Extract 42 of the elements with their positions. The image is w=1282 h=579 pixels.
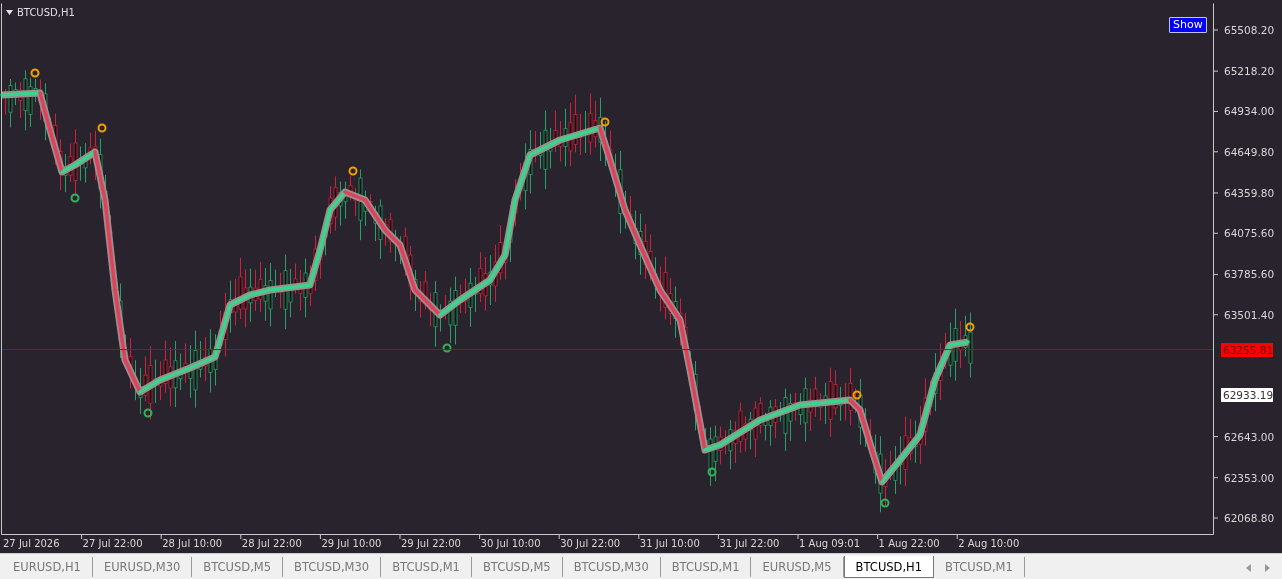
time-label: 29 Jul 22:00 xyxy=(401,538,461,549)
price-label: 62068.80 xyxy=(1224,512,1275,524)
price-label: 65508.20 xyxy=(1224,24,1275,36)
scroll-right-icon[interactable] xyxy=(1265,563,1270,572)
time-label: 27 Jul 2026 xyxy=(3,538,60,549)
time-label: 28 Jul 22:00 xyxy=(241,538,302,549)
chart-tab[interactable]: BTCUSD,M1 xyxy=(660,557,752,577)
chart-tab[interactable]: BTCUSD,M1 xyxy=(381,557,472,577)
price-line-tag: 62933.19 xyxy=(1221,388,1273,403)
chart-tab[interactable]: EURUSD,M5 xyxy=(751,557,844,577)
time-label: 27 Jul 22:00 xyxy=(82,538,143,549)
time-label: 30 Jul 22:00 xyxy=(560,538,621,549)
scroll-left-icon[interactable] xyxy=(1246,563,1251,572)
chart-tab[interactable]: EURUSD,M30 xyxy=(92,557,193,577)
time-label: 31 Jul 22:00 xyxy=(719,538,780,549)
chart-tab[interactable]: BTCUSD,M1 xyxy=(934,557,1025,577)
price-label: 64649.80 xyxy=(1224,145,1275,158)
price-label: 63785.60 xyxy=(1224,268,1275,281)
time-label: 28 Jul 10:00 xyxy=(162,538,223,549)
price-label: 64075.60 xyxy=(1224,227,1275,240)
current-price-tag: 63255.81 xyxy=(1221,342,1273,357)
show-button[interactable]: Show xyxy=(1169,17,1207,33)
price-label: 65218.20 xyxy=(1224,65,1275,78)
time-label: 30 Jul 10:00 xyxy=(480,538,541,549)
price-label: 62353.00 xyxy=(1224,471,1275,484)
price-label: 64359.80 xyxy=(1224,186,1275,199)
price-label: 63501.40 xyxy=(1224,308,1275,321)
chart-tab[interactable]: BTCUSD,M5 xyxy=(192,557,284,577)
price-label: 62643.00 xyxy=(1224,430,1275,443)
chart-tab[interactable]: BTCUSD,M5 xyxy=(471,557,563,577)
dropdown-icon[interactable] xyxy=(6,10,13,15)
time-label: 31 Jul 10:00 xyxy=(639,538,700,549)
time-label: 1 Aug 09:01 xyxy=(799,538,861,549)
price-label: 64934.00 xyxy=(1224,105,1275,118)
chart-title: BTCUSD,H1 xyxy=(17,6,75,20)
chart-tab[interactable]: BTCUSD,H1 xyxy=(843,556,935,578)
time-label: 29 Jul 10:00 xyxy=(321,538,382,549)
chart-tab[interactable]: BTCUSD,M30 xyxy=(562,557,661,577)
chart-tab[interactable]: BTCUSD,M30 xyxy=(283,557,382,577)
time-label: 2 Aug 10:00 xyxy=(958,538,1020,549)
time-label: 1 Aug 22:00 xyxy=(878,538,940,549)
chart-tab[interactable]: EURUSD,H1 xyxy=(2,557,93,577)
